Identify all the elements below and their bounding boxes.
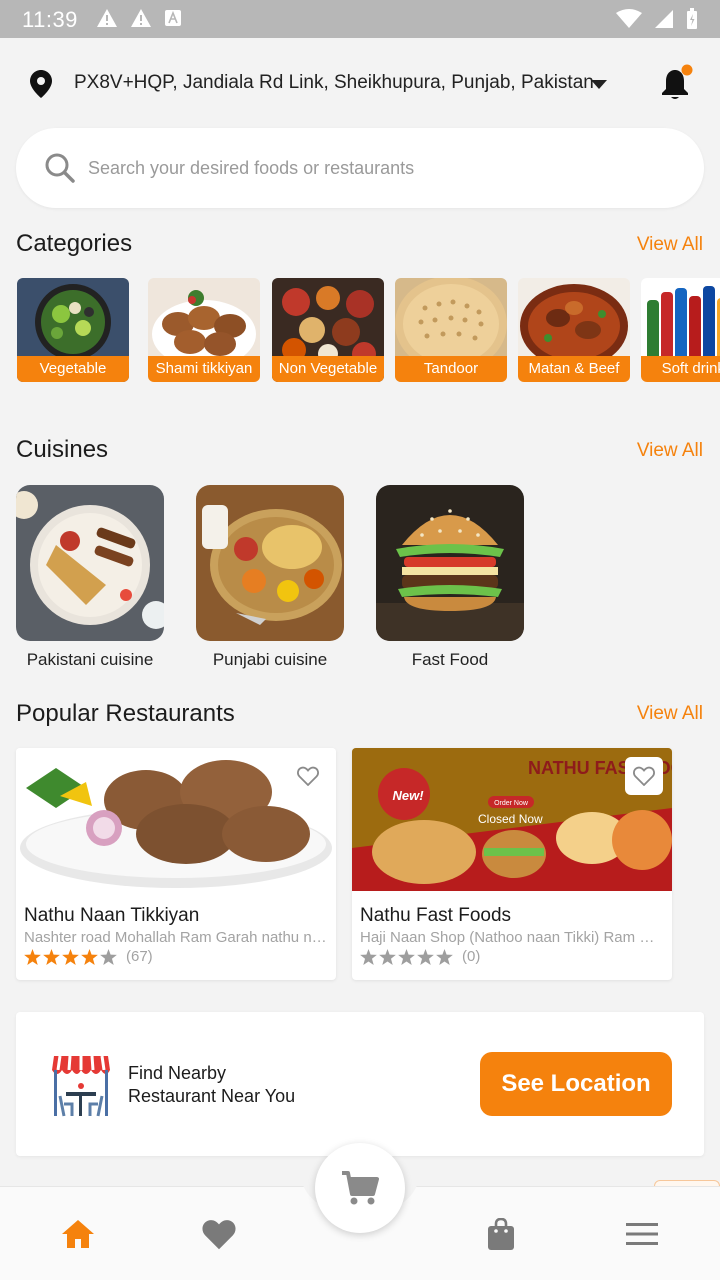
restaurants-title: Popular Restaurants <box>16 700 235 727</box>
heart-icon <box>202 1220 236 1250</box>
heart-outline-icon <box>633 766 655 786</box>
find-nearby-text: Find Nearby <box>128 1063 227 1083</box>
cart-icon <box>342 1171 379 1205</box>
wifi-icon <box>616 9 642 28</box>
star-empty-icon <box>379 948 396 965</box>
restaurant-name: Nathu Fast Foods <box>360 905 512 926</box>
star-empty-icon <box>417 948 434 965</box>
menu-icon <box>626 1223 658 1245</box>
warning-icon <box>97 9 117 27</box>
search-input[interactable] <box>88 148 648 188</box>
location-selector[interactable]: PX8V+HQP, Jandiala Rd Link, Sheikhupura,… <box>0 56 720 112</box>
cart-button[interactable] <box>315 1143 405 1233</box>
category-label: Tandoor <box>395 356 507 382</box>
restaurant-status: Closed Now <box>478 812 543 826</box>
restaurant-rating: (67) <box>24 948 153 965</box>
category-card-soft-drinks[interactable]: Soft drinks <box>641 278 720 382</box>
star-filled-icon <box>81 948 98 965</box>
cuisines-view-all-link[interactable]: View All <box>637 440 703 462</box>
categories-view-all-link[interactable]: View All <box>637 234 703 256</box>
star-filled-icon <box>62 948 79 965</box>
warning-icon <box>131 9 151 27</box>
status-system <box>616 8 698 30</box>
restaurant-order-text: Order Now <box>494 800 529 807</box>
bag-icon <box>488 1218 514 1250</box>
find-nearby-subtext: Restaurant Near You <box>128 1086 296 1106</box>
category-label: Vegetable <box>17 356 129 382</box>
category-label: Soft drinks <box>641 356 720 382</box>
nav-orders[interactable] <box>481 1216 521 1252</box>
nav-menu[interactable] <box>622 1216 662 1252</box>
star-empty-icon <box>398 948 415 965</box>
restaurant-card[interactable]: NATHU FAST FOODS New! Order Now Closed N… <box>352 748 672 980</box>
search-bar[interactable] <box>16 128 704 208</box>
cuisine-image <box>196 485 344 641</box>
category-card-vegetable[interactable]: Vegetable <box>17 278 129 382</box>
cuisines-title: Cuisines <box>16 436 109 463</box>
star-empty-icon <box>436 948 453 965</box>
restaurant-promo-text: New! <box>392 788 424 803</box>
heart-outline-icon <box>297 766 319 786</box>
restaurant-card[interactable]: Nathu Naan Tikkiyan Nashter road Mohalla… <box>16 748 336 980</box>
cuisine-image <box>16 485 164 641</box>
restaurant-address: Haji Naan Shop (Nathoo naan Tikki) Ram G… <box>360 929 664 946</box>
nav-favorites[interactable] <box>199 1216 239 1252</box>
categories-carousel[interactable]: Vegetable Shami tikkiyan Non Vegetable T… <box>17 278 720 382</box>
favorite-button[interactable] <box>289 757 327 795</box>
category-card-tandoor[interactable]: Tandoor <box>395 278 507 382</box>
app-icon <box>165 10 181 26</box>
category-label: Matan & Beef <box>518 356 630 382</box>
star-filled-icon <box>24 948 41 965</box>
restaurant-address: Nashter road Mohallah Ram Garah nathu na… <box>24 929 328 946</box>
restaurants-view-all-link[interactable]: View All <box>637 703 703 725</box>
restaurant-image <box>16 748 336 891</box>
cuisine-label: Pakistani cuisine <box>26 650 154 669</box>
category-label: Non Vegetable <box>272 356 384 382</box>
cuisine-label: Fast Food <box>411 650 489 669</box>
status-notifications <box>96 8 182 28</box>
category-card-non-vegetable[interactable]: Non Vegetable <box>272 278 384 382</box>
see-location-button[interactable]: See Location <box>480 1052 672 1116</box>
nav-home[interactable] <box>58 1216 98 1252</box>
location-address: PX8V+HQP, Jandiala Rd Link, Sheikhupura,… <box>74 72 594 93</box>
category-card-shami-tikkiyan[interactable]: Shami tikkiyan <box>148 278 260 382</box>
battery-icon <box>687 8 697 29</box>
restaurant-image: NATHU FAST FOODS New! Order Now Closed N… <box>352 748 672 891</box>
star-empty-icon <box>100 948 117 965</box>
category-label: Shami tikkiyan <box>148 356 260 382</box>
restaurant-store-icon <box>52 1055 110 1117</box>
star-empty-icon <box>360 948 377 965</box>
favorite-button[interactable] <box>625 757 663 795</box>
cuisine-card-fast-food[interactable]: Fast Food <box>376 485 524 670</box>
star-filled-icon <box>43 948 60 965</box>
search-icon <box>45 153 75 183</box>
find-nearby-card: Find Nearby Restaurant Near You See Loca… <box>16 1012 704 1156</box>
cuisine-image <box>376 485 524 641</box>
location-pin-icon <box>30 70 52 98</box>
home-icon <box>62 1220 94 1248</box>
restaurant-rating: (0) <box>360 948 480 965</box>
status-time: 11:39 <box>22 7 78 32</box>
cuisine-label: Punjabi cuisine <box>212 650 328 669</box>
signal-icon <box>655 10 673 28</box>
categories-title: Categories <box>16 230 133 257</box>
category-card-matan-beef[interactable]: Matan & Beef <box>518 278 630 382</box>
restaurant-name: Nathu Naan Tikkiyan <box>24 905 200 926</box>
rating-count: (67) <box>126 948 153 965</box>
status-bar: 11:39 <box>0 0 720 38</box>
cuisine-card-punjabi[interactable]: Punjabi cuisine <box>196 485 344 670</box>
chevron-down-icon <box>591 80 607 89</box>
rating-count: (0) <box>462 948 481 965</box>
cuisine-card-pakistani[interactable]: Pakistani cuisine <box>16 485 164 670</box>
notification-bell-icon[interactable] <box>658 64 694 102</box>
